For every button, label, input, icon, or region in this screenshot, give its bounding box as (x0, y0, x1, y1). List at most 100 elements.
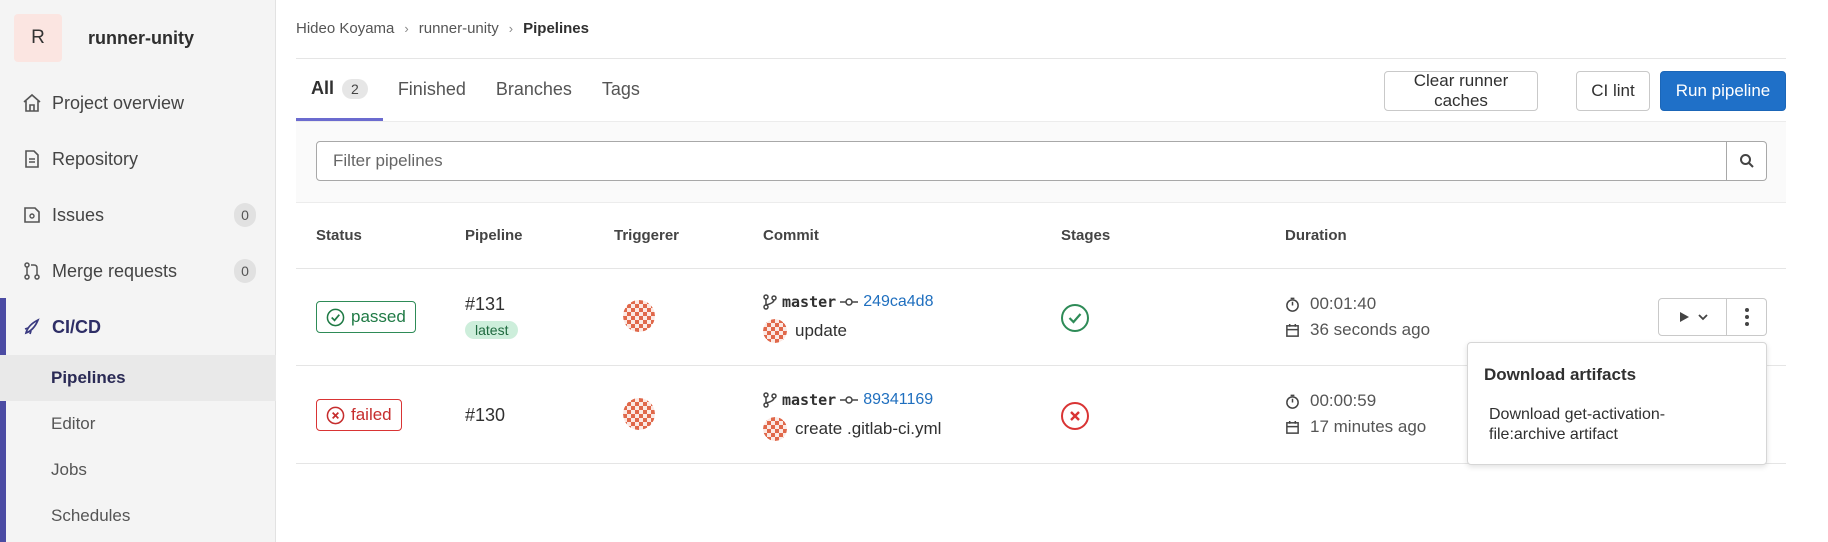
sidebar-item-repository[interactable]: Repository (0, 131, 276, 187)
dropdown-header: Download artifacts (1484, 365, 1637, 384)
commit-sha-link[interactable]: 89341169 (863, 391, 933, 409)
status-success-icon (326, 308, 345, 326)
commit-author-avatar[interactable] (763, 417, 787, 441)
duration-value: 00:01:40 (1310, 294, 1377, 313)
finished-value: 17 minutes ago (1310, 417, 1427, 436)
commit-message: create .gitlab-ci.yml (763, 417, 941, 441)
tab-all[interactable]: All 2 (296, 59, 383, 121)
commit-title-link[interactable]: update (795, 321, 847, 341)
commit-message: update (763, 319, 847, 343)
duration: 00:01:40 (1285, 294, 1376, 314)
search-button[interactable] (1727, 141, 1767, 181)
sidebar-subitem-jobs[interactable]: Jobs (0, 447, 276, 493)
clear-runner-caches-button[interactable]: Clear runner caches (1384, 71, 1538, 111)
sidebar-item-ci-cd[interactable]: CI/CD (0, 299, 276, 355)
breadcrumb-current[interactable]: Pipelines (523, 20, 589, 37)
commit-ref: master 249ca4d8 (763, 293, 933, 311)
rocket-icon (21, 316, 43, 338)
merge-request-icon (21, 260, 43, 282)
branch-name-link[interactable]: master (782, 293, 836, 311)
artifacts-dropdown-menu: Download artifacts Download get-activati… (1467, 342, 1767, 465)
sidebar-subitem-editor[interactable]: Editor (0, 401, 276, 447)
breadcrumb: Hideo Koyama › runner-unity › Pipelines (296, 20, 589, 37)
breadcrumb-namespace[interactable]: Hideo Koyama (296, 20, 394, 37)
sidebar-item-label: Merge requests (52, 260, 178, 281)
duration-value: 00:00:59 (1310, 391, 1377, 410)
sidebar-item-project-overview[interactable]: Project overview (0, 75, 276, 131)
run-pipeline-button[interactable]: Run pipeline (1660, 71, 1786, 111)
calendar-icon (1286, 323, 1299, 337)
column-header-duration: Duration (1285, 227, 1347, 244)
latest-tag: latest (465, 321, 519, 339)
tab-finished[interactable]: Finished (383, 59, 481, 119)
branch-name-link[interactable]: master (782, 391, 836, 409)
commit-title-link[interactable]: create .gitlab-ci.yml (795, 419, 941, 439)
issues-count-badge: 0 (234, 203, 256, 227)
tab-tags[interactable]: Tags (587, 59, 655, 119)
pipeline-tabs: All 2 Finished Branches Tags (296, 59, 655, 121)
pipeline-id-link[interactable]: #130 (465, 405, 505, 426)
ci-lint-button[interactable]: CI lint (1576, 71, 1650, 111)
sidebar-item-merge-requests[interactable]: Merge requests 0 (0, 243, 276, 299)
pipeline-id-link[interactable]: #131 (465, 294, 505, 315)
sidebar-item-label: CI/CD (52, 316, 101, 337)
commit-sha-link[interactable]: 249ca4d8 (863, 293, 933, 311)
status-badge[interactable]: passed (316, 301, 416, 333)
commit-icon (840, 298, 859, 306)
divider (296, 268, 1786, 269)
timer-icon (1286, 394, 1299, 409)
sidebar-item-label: Repository (52, 148, 139, 169)
merge-requests-count-badge: 0 (234, 259, 256, 283)
project-name: runner-unity (88, 27, 194, 48)
column-header-pipeline: Pipeline (465, 227, 523, 244)
finished-at: 17 minutes ago (1285, 417, 1426, 437)
status-label: failed (351, 405, 392, 424)
stage-success-icon[interactable] (1060, 303, 1090, 333)
column-header-triggerer: Triggerer (614, 227, 680, 244)
kebab-icon (1744, 308, 1749, 326)
status-badge[interactable]: failed (316, 399, 402, 431)
search-icon (1739, 154, 1754, 168)
calendar-icon (1286, 420, 1299, 434)
breadcrumb-project[interactable]: runner-unity (419, 20, 499, 37)
sidebar: R runner-unity Project overview Reposito… (0, 0, 276, 542)
commit-author-avatar[interactable] (763, 319, 787, 343)
sidebar-subitem-pipelines[interactable]: Pipelines (0, 355, 276, 401)
tab-branches[interactable]: Branches (481, 59, 587, 119)
home-icon (21, 92, 43, 114)
project-avatar: R (14, 14, 62, 62)
sidebar-subitem-schedules[interactable]: Schedules (0, 493, 276, 539)
commit-icon (840, 396, 859, 404)
column-header-commit: Commit (763, 227, 819, 244)
triggerer-avatar[interactable] (623, 300, 655, 332)
tab-label: All (311, 78, 335, 98)
manual-actions-dropdown[interactable] (1658, 298, 1727, 336)
commit-ref: master 89341169 (763, 391, 933, 409)
play-icon (1679, 312, 1689, 322)
download-artifact-item[interactable]: Download get-activation-file:archive art… (1489, 405, 1739, 445)
filter-pipelines-input[interactable]: Filter pipelines (316, 141, 1727, 181)
column-header-status: Status (316, 227, 362, 244)
status-label: passed (351, 307, 406, 326)
project-header[interactable]: R runner-unity (14, 14, 194, 62)
issues-icon (21, 204, 43, 226)
sidebar-item-label: Issues (52, 204, 105, 225)
sidebar-item-issues[interactable]: Issues 0 (0, 187, 276, 243)
finished-value: 36 seconds ago (1310, 320, 1431, 339)
chevron-down-icon (1697, 314, 1708, 321)
branch-icon (763, 294, 777, 310)
finished-at: 36 seconds ago (1285, 320, 1430, 340)
column-header-stages: Stages (1061, 227, 1111, 244)
chevron-right-icon: › (508, 21, 514, 36)
sidebar-item-label: Project overview (52, 92, 185, 113)
tab-count-badge: 2 (342, 78, 368, 99)
stage-failed-icon[interactable] (1060, 401, 1090, 431)
branch-icon (763, 392, 777, 408)
timer-icon (1286, 297, 1299, 312)
doc-icon (21, 148, 43, 170)
chevron-right-icon: › (404, 21, 409, 36)
status-failed-icon (326, 406, 345, 424)
more-actions-button[interactable] (1727, 298, 1767, 336)
triggerer-avatar[interactable] (623, 398, 655, 430)
duration: 00:00:59 (1285, 391, 1376, 411)
